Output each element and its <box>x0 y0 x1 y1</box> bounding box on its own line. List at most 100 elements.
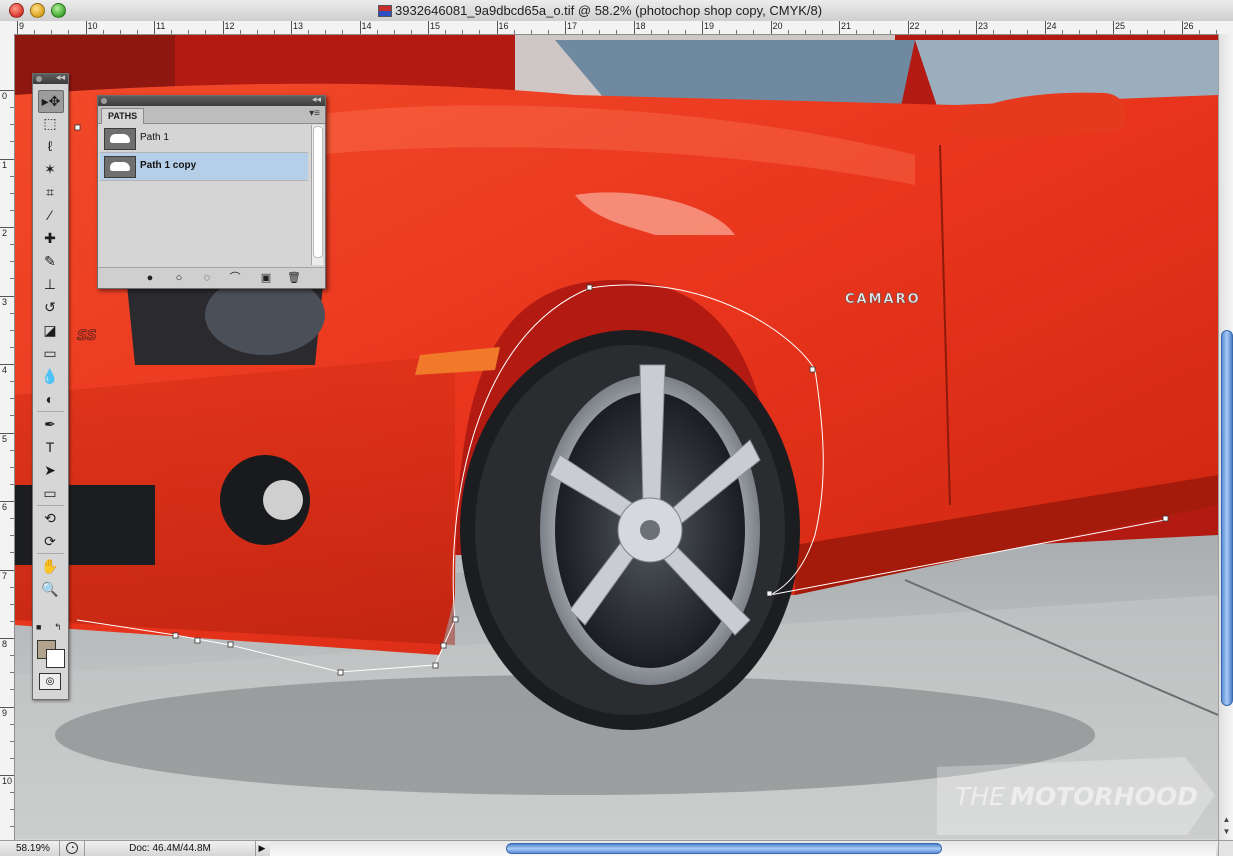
dodge-tool-icon[interactable]: ◐ <box>38 389 62 410</box>
clone-stamp-tool-icon[interactable]: ⊥ <box>38 274 62 295</box>
ruler-minor-tick <box>10 484 14 485</box>
ruler-minor-tick <box>925 30 926 34</box>
path-row-path-1[interactable]: Path 1 <box>100 125 308 153</box>
path-name: Path 1 <box>140 132 169 143</box>
minimize-window-button[interactable] <box>30 3 45 18</box>
ruler-minor-tick <box>10 107 14 108</box>
path-row-path-1-copy[interactable]: Path 1 copy <box>100 153 308 181</box>
horizontal-scrollbar[interactable] <box>270 841 1216 856</box>
eyedropper-tool-icon[interactable]: ⁄ <box>38 205 62 226</box>
quick-mask-button[interactable]: ◎ <box>39 673 61 690</box>
ruler-minor-tick <box>462 30 463 34</box>
ruler-label: 14 <box>362 21 372 31</box>
vertical-scrollbar[interactable]: ▲▼ <box>1218 34 1233 840</box>
tools-panel: ◂◂ ▸✥⬚ℓ✶⌗⁄✚✎⊥↺◪▭💧◐✒T➤▭⟲⟳✋🔍 ■ ↰ ◎ <box>32 73 69 700</box>
make-work-path-icon[interactable]: ⌒ <box>227 270 243 286</box>
watermark-motorhood: MOTORHOOD <box>1010 782 1198 811</box>
horizontal-scroll-thumb[interactable] <box>506 843 942 854</box>
panel-close-icon[interactable] <box>101 98 107 104</box>
rectangle-tool-icon[interactable]: ▭ <box>38 483 62 504</box>
vertical-ruler[interactable]: 012345678910 <box>0 34 15 840</box>
zoom-window-button[interactable] <box>51 3 66 18</box>
delete-path-icon[interactable]: 🗑 <box>286 270 302 286</box>
paths-scrollbar[interactable] <box>311 125 323 265</box>
history-brush-tool-icon[interactable]: ↺ <box>38 297 62 318</box>
ruler-minor-tick <box>10 330 14 331</box>
ruler-label: 26 <box>1184 21 1194 31</box>
ruler-label: 0 <box>2 91 7 101</box>
ruler-minor-tick <box>514 30 515 34</box>
lasso-tool-icon[interactable]: ℓ <box>38 136 62 157</box>
zoom-tool-icon[interactable]: 🔍 <box>38 579 62 600</box>
ruler-tick <box>565 21 566 34</box>
ruler-minor-tick <box>10 535 14 536</box>
ruler-minor-tick <box>10 210 14 211</box>
panel-collapse-icon[interactable]: ◂◂ <box>312 94 321 105</box>
ruler-minor-tick <box>10 313 14 314</box>
vertical-scroll-thumb[interactable] <box>1221 330 1233 706</box>
horizontal-ruler[interactable]: 91011121314151617181920212223242526 <box>0 21 1233 35</box>
status-info-icon[interactable]: ◔ <box>66 842 78 854</box>
ruler-minor-tick <box>873 30 874 34</box>
ruler-tick <box>86 21 87 34</box>
3d-rotate-tool-icon[interactable]: ⟲ <box>38 508 62 529</box>
brush-tool-icon[interactable]: ✎ <box>38 251 62 272</box>
blur-tool-icon[interactable]: 💧 <box>38 366 62 387</box>
marquee-tool-icon[interactable]: ⬚ <box>38 113 62 134</box>
tab-paths[interactable]: PATHS <box>101 108 144 124</box>
paths-panel-header[interactable]: ◂◂ <box>98 96 325 106</box>
path-selection-tool-icon[interactable]: ➤ <box>38 460 62 481</box>
ruler-minor-tick <box>1062 30 1063 34</box>
ruler-minor-tick <box>10 792 14 793</box>
document-size-readout[interactable]: Doc: 46.4M/44.8M <box>84 841 256 856</box>
swap-colors-icon[interactable]: ↰ <box>54 622 62 633</box>
ruler-minor-tick <box>959 30 960 34</box>
new-path-icon[interactable]: ▣ <box>258 270 274 286</box>
document-icon <box>378 5 392 17</box>
crop-tool-icon[interactable]: ⌗ <box>38 182 62 203</box>
ruler-minor-tick <box>10 724 14 725</box>
tools-panel-header[interactable]: ◂◂ <box>33 74 68 84</box>
healing-brush-tool-icon[interactable]: ✚ <box>38 228 62 249</box>
path-thumbnail-icon <box>104 128 136 150</box>
panel-collapse-icon[interactable]: ◂◂ <box>56 72 65 83</box>
ruler-minor-tick <box>719 30 720 34</box>
gradient-tool-icon[interactable]: ▭ <box>38 343 62 364</box>
close-window-button[interactable] <box>9 3 24 18</box>
scroll-arrows[interactable]: ▲▼ <box>1221 814 1232 838</box>
ruler-minor-tick <box>10 381 14 382</box>
pen-tool-icon[interactable]: ✒ <box>38 414 62 435</box>
ruler-tick <box>908 21 909 34</box>
magic-wand-tool-icon[interactable]: ✶ <box>38 159 62 180</box>
ruler-minor-tick <box>240 30 241 34</box>
ruler-minor-tick <box>188 30 189 34</box>
load-selection-icon[interactable]: ◌ <box>199 270 215 286</box>
resize-corner[interactable] <box>1218 841 1233 856</box>
eraser-tool-icon[interactable]: ◪ <box>38 320 62 341</box>
default-colors-icon[interactable]: ■ <box>36 622 41 632</box>
move-tool-icon[interactable]: ▸✥ <box>38 90 64 113</box>
zoom-level-field[interactable]: 58.19% <box>0 841 60 856</box>
hand-tool-icon[interactable]: ✋ <box>38 556 62 577</box>
status-menu-arrow-icon[interactable]: ▶ <box>256 841 268 856</box>
panel-menu-icon[interactable]: ▾≡ <box>308 109 321 119</box>
ruler-tick <box>360 21 361 34</box>
ruler-minor-tick <box>10 347 14 348</box>
ruler-minor-tick <box>10 518 14 519</box>
3d-orbit-tool-icon[interactable]: ⟳ <box>38 531 62 552</box>
stroke-path-icon[interactable]: ○ <box>171 270 187 286</box>
ruler-minor-tick <box>582 30 583 34</box>
ruler-minor-tick <box>274 30 275 34</box>
ruler-minor-tick <box>942 30 943 34</box>
background-color-swatch[interactable] <box>46 649 65 668</box>
ruler-label: 18 <box>636 21 646 31</box>
ruler-minor-tick <box>10 450 14 451</box>
ruler-label: 7 <box>2 571 7 581</box>
ruler-label: 4 <box>2 365 7 375</box>
paths-list: Path 1 Path 1 copy <box>100 125 308 265</box>
ruler-label: 10 <box>88 21 98 31</box>
ruler-minor-tick <box>10 604 14 605</box>
panel-close-icon[interactable] <box>36 76 42 82</box>
type-tool-icon[interactable]: T <box>38 437 62 458</box>
fill-path-icon[interactable]: ● <box>142 270 158 286</box>
